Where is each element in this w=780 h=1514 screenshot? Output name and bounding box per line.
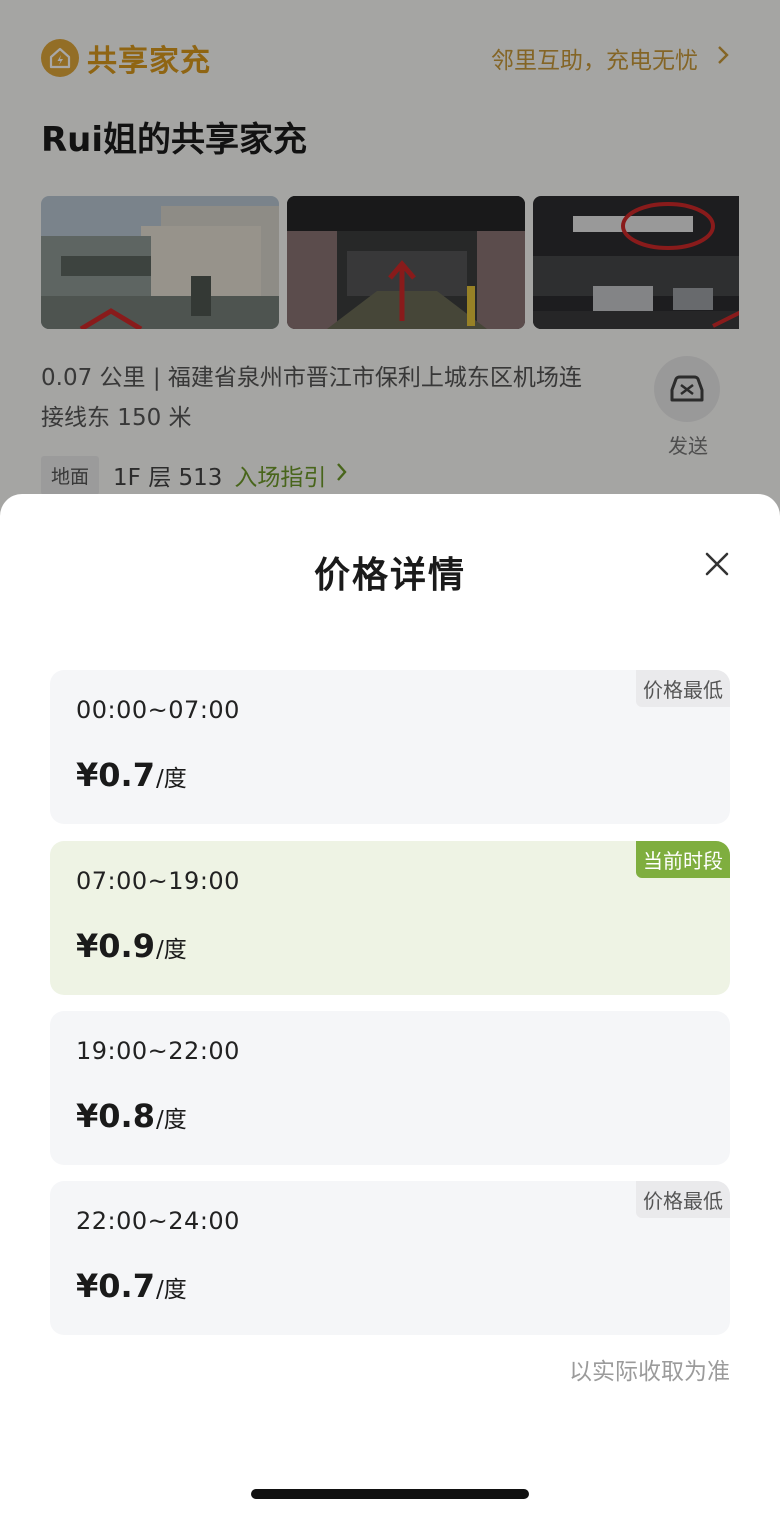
lowest-price-badge: 价格最低 (636, 1181, 730, 1218)
price-period-card: 19:00~22:00 ¥0.8 /度 (50, 1011, 730, 1165)
lowest-price-badge: 价格最低 (636, 670, 730, 707)
price-unit: /度 (155, 1107, 187, 1133)
price-value: ¥0.8 (76, 1097, 155, 1135)
sheet-title: 价格详情 (313, 555, 466, 596)
price-period-card: 00:00~07:00 ¥0.7 /度 价格最低 (50, 670, 730, 824)
price-detail-sheet: 价格详情 00:00~07:00 ¥0.7 /度 价格最低 07:00~19:0… (0, 494, 780, 1514)
home-indicator[interactable] (251, 1489, 529, 1499)
price-value: ¥0.7 (76, 756, 155, 794)
price-period-card: 22:00~24:00 ¥0.7 /度 价格最低 (50, 1181, 730, 1335)
period-time: 00:00~07:00 (76, 696, 240, 724)
period-price: ¥0.9 /度 (76, 927, 187, 965)
period-price: ¥0.8 /度 (76, 1097, 187, 1135)
price-value: ¥0.7 (76, 1267, 155, 1305)
period-price: ¥0.7 /度 (76, 756, 187, 794)
price-footnote: 以实际收取为准 (569, 1359, 730, 1385)
close-button[interactable] (700, 547, 734, 581)
price-unit: /度 (155, 1277, 187, 1303)
price-value: ¥0.9 (76, 927, 155, 965)
period-price: ¥0.7 /度 (76, 1267, 187, 1305)
close-icon (705, 552, 729, 576)
current-period-badge: 当前时段 (636, 841, 730, 878)
price-unit: /度 (155, 937, 187, 963)
period-time: 07:00~19:00 (76, 867, 240, 895)
period-time: 22:00~24:00 (76, 1207, 240, 1235)
price-unit: /度 (155, 766, 187, 792)
period-time: 19:00~22:00 (76, 1037, 240, 1065)
price-period-card-current: 07:00~19:00 ¥0.9 /度 当前时段 (50, 841, 730, 995)
